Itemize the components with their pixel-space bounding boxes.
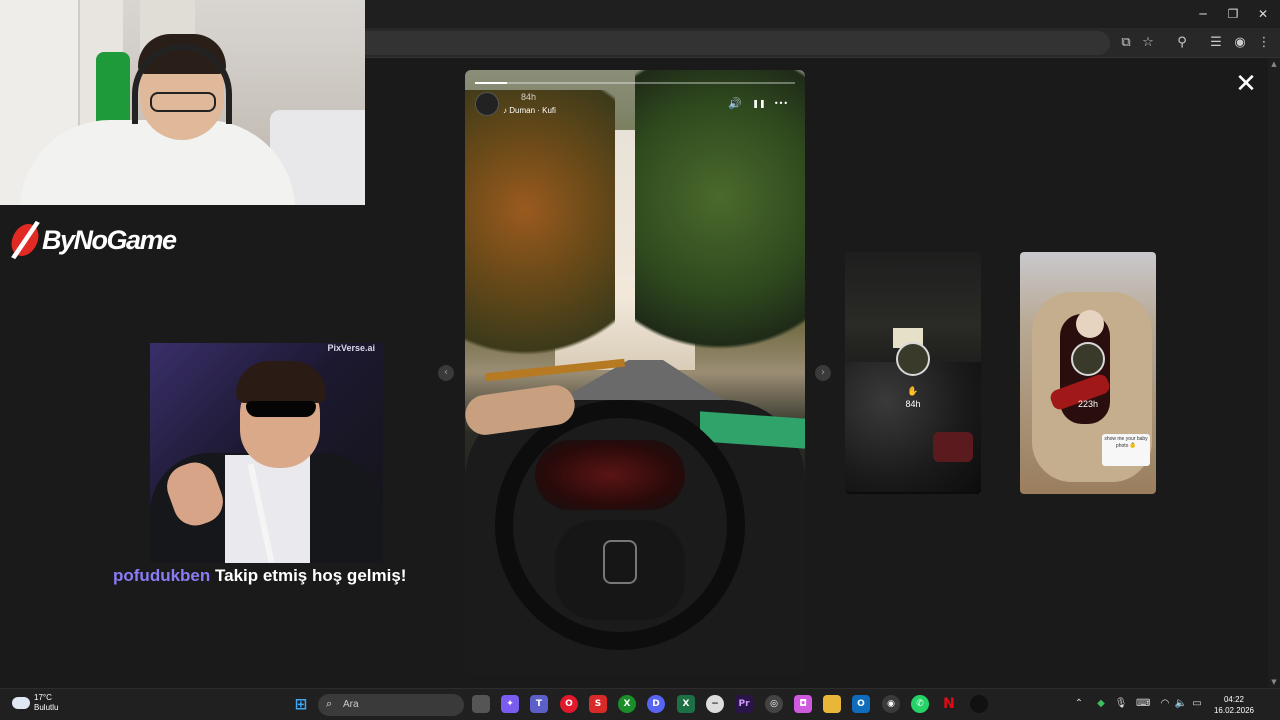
windows-start-icon[interactable]: ⊞ xyxy=(292,695,310,713)
desktop-screen: ─ ❐ ✕ ⧉ ☆ ⚲ ☰ ◉ ⋮ ByNoGame PixVerse.ai p… xyxy=(0,0,1280,720)
weather-temp: 17°C xyxy=(34,693,52,702)
taskbar-clock[interactable]: 04:22 16.02.2026 xyxy=(1212,694,1256,716)
story-thumbnail-concert[interactable]: ✋ 84h xyxy=(845,252,981,494)
swift-icon[interactable]: S xyxy=(589,695,607,713)
excel-icon[interactable]: X xyxy=(677,695,695,713)
follow-alert-text: pofudukben Takip etmiş hoş gelmiş! xyxy=(113,566,406,586)
scroll-up-icon[interactable]: ▲ xyxy=(1270,60,1278,68)
thumb-time: 84h xyxy=(905,399,921,409)
menu-icon[interactable]: ⋮ xyxy=(1254,33,1274,53)
close-story-button[interactable]: ✕ xyxy=(1232,70,1260,98)
pause-icon[interactable]: ❚❚ xyxy=(751,96,767,112)
story-author-avatar[interactable] xyxy=(475,92,499,116)
weather-condition: Bulutlu xyxy=(34,703,59,712)
tray-overflow-icon[interactable]: ⌃ xyxy=(1072,697,1086,711)
logo-text: ByNoGame xyxy=(42,224,177,255)
xbox-icon[interactable]: X xyxy=(618,695,636,713)
thumb-flag xyxy=(933,432,973,462)
windows-taskbar: 17°C Bulutlu ⊞ ⌕ Ara ✦ T O S X D X − Pr … xyxy=(0,688,1280,720)
close-window-button[interactable]: ✕ xyxy=(1248,4,1278,24)
question-sticker: show me your baby photo 👶 xyxy=(1102,434,1150,466)
premiere-icon[interactable]: Pr xyxy=(735,695,753,713)
thumb-author-avatar xyxy=(1071,342,1105,376)
story-progress-fill xyxy=(475,82,507,84)
app-icon-dark[interactable] xyxy=(970,695,988,713)
microphone-icon[interactable]: 🎙 xyxy=(1114,697,1128,711)
volume-icon[interactable]: 🔈 xyxy=(1174,697,1188,711)
clock-date: 16.02.2026 xyxy=(1213,706,1255,715)
netflix-icon[interactable]: N xyxy=(940,695,958,713)
whatsapp-icon[interactable]: ✆ xyxy=(911,695,929,713)
instagram-icon[interactable]: ◘ xyxy=(794,695,812,713)
watermark: PixVerse.ai xyxy=(327,343,375,353)
thumb-time: 223h xyxy=(1077,399,1099,409)
extensions-icon[interactable]: ⚲ xyxy=(1172,33,1192,53)
thumb-baby-head xyxy=(1076,310,1104,338)
follow-alert-image: PixVerse.ai xyxy=(150,343,383,563)
story-music-label[interactable]: ♪ Duman · Kufi xyxy=(503,106,556,115)
sound-icon[interactable]: 🔊 xyxy=(727,96,743,112)
story-music-text: Duman · Kufi xyxy=(509,106,556,115)
task-view-icon[interactable] xyxy=(472,695,490,713)
weather-text: 17°C Bulutlu xyxy=(34,693,58,713)
story-main-card[interactable]: 84h ♪ Duman · Kufi 🔊 ❚❚ ••• xyxy=(465,70,805,675)
shield-icon[interactable]: ◆ xyxy=(1094,697,1108,711)
car-brand-icon xyxy=(603,540,637,584)
cloud-icon xyxy=(12,697,30,709)
logo-mark-icon xyxy=(8,224,42,256)
previous-story-arrow[interactable]: ‹ xyxy=(438,365,454,381)
alert-person-hair xyxy=(236,361,326,403)
weather-widget[interactable]: 17°C Bulutlu xyxy=(12,693,58,713)
scroll-down-icon[interactable]: ▼ xyxy=(1270,678,1278,686)
alert-username: pofudukben xyxy=(113,566,211,585)
sunglasses-icon xyxy=(246,401,316,417)
story-progress-bar xyxy=(475,82,795,84)
search-placeholder: Ara xyxy=(343,699,359,710)
alert-message: Takip etmiş hoş gelmiş! xyxy=(210,566,407,585)
opera-gx-icon[interactable]: O xyxy=(560,695,578,713)
next-story-arrow[interactable]: › xyxy=(815,365,831,381)
reading-list-icon[interactable]: ☰ xyxy=(1206,33,1226,53)
url-field[interactable] xyxy=(300,31,1110,55)
cast-icon[interactable]: ⧉ xyxy=(1116,33,1136,53)
channel-logo: ByNoGame xyxy=(8,222,177,258)
thumb-author-avatar xyxy=(896,342,930,376)
wifi-icon[interactable]: ◠ xyxy=(1158,697,1172,711)
file-explorer-icon[interactable] xyxy=(823,695,841,713)
webcam-feed xyxy=(0,0,365,205)
battery-icon[interactable]: ▭ xyxy=(1190,697,1204,711)
discord-icon[interactable]: D xyxy=(647,695,665,713)
teams-icon[interactable]: T xyxy=(530,695,548,713)
search-icon: ⌕ xyxy=(326,697,333,710)
story-time: 84h xyxy=(521,92,537,102)
thumb-crowd xyxy=(845,362,981,492)
restore-button[interactable]: ❐ xyxy=(1218,4,1248,24)
more-options-icon[interactable]: ••• xyxy=(773,96,789,112)
bookmark-star-icon[interactable]: ☆ xyxy=(1138,33,1158,53)
story-trees-right xyxy=(635,70,805,390)
page-scrollbar[interactable]: ▲ ▼ xyxy=(1268,58,1280,688)
chrome-icon[interactable]: ◉ xyxy=(882,695,900,713)
taskbar-search[interactable]: ⌕ Ara xyxy=(318,694,464,716)
minimize-button[interactable]: ─ xyxy=(1188,4,1218,24)
outlook-icon[interactable]: O xyxy=(852,695,870,713)
clock-time: 04:22 xyxy=(1223,695,1245,704)
copilot-icon[interactable]: ✦ xyxy=(501,695,519,713)
story-thumbnail-baby[interactable]: 223h show me your baby photo 👶 xyxy=(1020,252,1156,494)
keyboard-icon[interactable]: ⌨ xyxy=(1136,697,1150,711)
obs-icon[interactable]: ◎ xyxy=(765,695,783,713)
story-trees-left xyxy=(465,90,615,390)
profile-icon[interactable]: ◉ xyxy=(1230,33,1250,53)
thumb-emoji: ✋ xyxy=(907,386,919,396)
app-icon-minus[interactable]: − xyxy=(706,695,724,713)
